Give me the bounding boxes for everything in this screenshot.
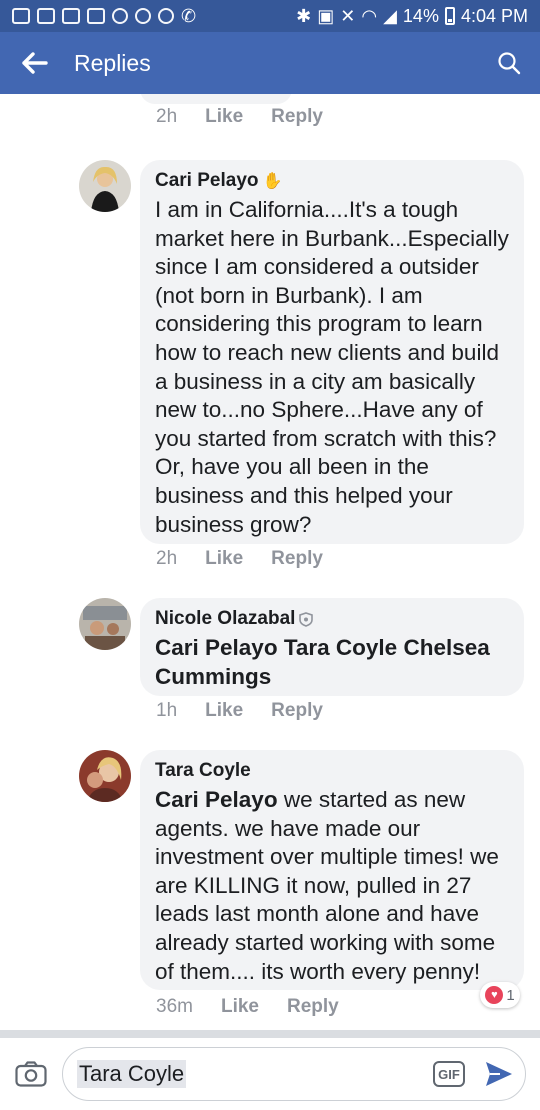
messenger-icon: [112, 8, 128, 24]
app-bar: Replies: [0, 32, 540, 94]
comment-text: I am in California....It's a tough marke…: [155, 197, 509, 537]
clock: 4:04 PM: [460, 5, 528, 26]
timestamp: 2h: [156, 548, 178, 569]
timestamp: 2h: [156, 106, 178, 127]
bluetooth-icon: ✱: [296, 5, 312, 26]
comment-meta: 36m Like Reply: [156, 996, 339, 1018]
like-link[interactable]: Like: [205, 106, 243, 128]
comment-text: Cari Pelayo we started as new agents. we…: [155, 786, 509, 986]
reply-input-value[interactable]: Tara Coyle: [77, 1060, 187, 1088]
reaction-badge[interactable]: ♥ 1: [480, 982, 520, 1008]
wifi-icon: ◠: [361, 5, 378, 26]
comment-bubble[interactable]: Cari Pelayo ✋ I am in California....It's…: [140, 160, 524, 544]
back-button[interactable]: [0, 32, 70, 94]
previous-comment-bubble: [140, 94, 292, 104]
battery-icon: [444, 7, 455, 25]
timestamp: 1h: [156, 700, 178, 721]
reaction-count: 1: [506, 986, 515, 1004]
send-button[interactable]: [483, 1058, 515, 1090]
phone-icon: ✆: [181, 5, 197, 26]
author-name[interactable]: Nicole Olazabal: [155, 608, 295, 630]
nfc-icon: ▣: [317, 5, 335, 26]
author-name[interactable]: Tara Coyle: [155, 760, 251, 782]
facebook-icon: [37, 8, 55, 24]
gallery-icon: [87, 8, 105, 24]
arrow-left-icon: [22, 52, 48, 74]
search-icon: [498, 52, 521, 75]
comment-bubble[interactable]: Nicole Olazabal Cari Pelayo Tara Coyle C…: [140, 598, 524, 696]
previous-comment-meta: 2h Like Reply: [156, 106, 323, 128]
camera-button[interactable]: [0, 1038, 62, 1110]
mute-icon: ✕: [340, 5, 356, 26]
mention-tags[interactable]: Cari Pelayo Tara Coyle Chelsea Cummings: [155, 635, 490, 689]
composer-divider: [0, 1030, 540, 1038]
wave-icon: ✋: [262, 173, 283, 190]
reply-link[interactable]: Reply: [271, 106, 323, 128]
notification-icons: ✆: [12, 6, 196, 27]
gif-button[interactable]: GIF: [433, 1061, 465, 1087]
avatar[interactable]: [79, 160, 131, 212]
shield-icon: [299, 611, 314, 627]
dots-icon: [158, 8, 174, 24]
avatar[interactable]: [79, 750, 131, 802]
like-link[interactable]: Like: [205, 548, 243, 570]
author-name[interactable]: Cari Pelayo: [155, 170, 259, 192]
comment-text: Cari Pelayo Tara Coyle Chelsea Cummings: [155, 634, 509, 691]
battery-percent: 14%: [402, 5, 439, 26]
comment-bubble[interactable]: Tara Coyle Cari Pelayo we started as new…: [140, 750, 524, 990]
send-icon: [486, 1062, 512, 1086]
page-title: Replies: [74, 49, 151, 76]
search-button[interactable]: [478, 32, 540, 94]
comment-meta: 1h Like Reply: [156, 700, 323, 722]
comment-meta: 2h Like Reply: [156, 548, 323, 570]
signal-icon: ◢: [383, 5, 397, 26]
camera-icon: [15, 1061, 47, 1087]
heart-icon: ♥: [485, 986, 504, 1004]
timestamp: 36m: [156, 996, 193, 1017]
reply-link[interactable]: Reply: [271, 700, 323, 722]
avatar[interactable]: [79, 598, 131, 650]
reply-input[interactable]: Tara Coyle GIF: [62, 1047, 526, 1101]
status-bar: ✆ ✱ ▣ ✕ ◠ ◢ 14% 4:04 PM: [0, 0, 540, 32]
reply-composer: Tara Coyle GIF: [0, 1038, 540, 1110]
calendar-icon: [62, 8, 80, 24]
replies-list[interactable]: 2h Like Reply Cari Pelayo ✋ I am in Cali…: [0, 94, 540, 1030]
vpn-icon: [135, 8, 151, 24]
comment-body: we started as new agents. we have made o…: [155, 787, 499, 984]
alert-icon: [12, 8, 30, 24]
like-link[interactable]: Like: [221, 996, 259, 1018]
like-link[interactable]: Like: [205, 700, 243, 722]
reply-link[interactable]: Reply: [271, 548, 323, 570]
reply-link[interactable]: Reply: [287, 996, 339, 1018]
system-icons: ✱ ▣ ✕ ◠ ◢ 14% 4:04 PM: [296, 6, 528, 27]
mention-tag[interactable]: Cari Pelayo: [155, 787, 278, 812]
